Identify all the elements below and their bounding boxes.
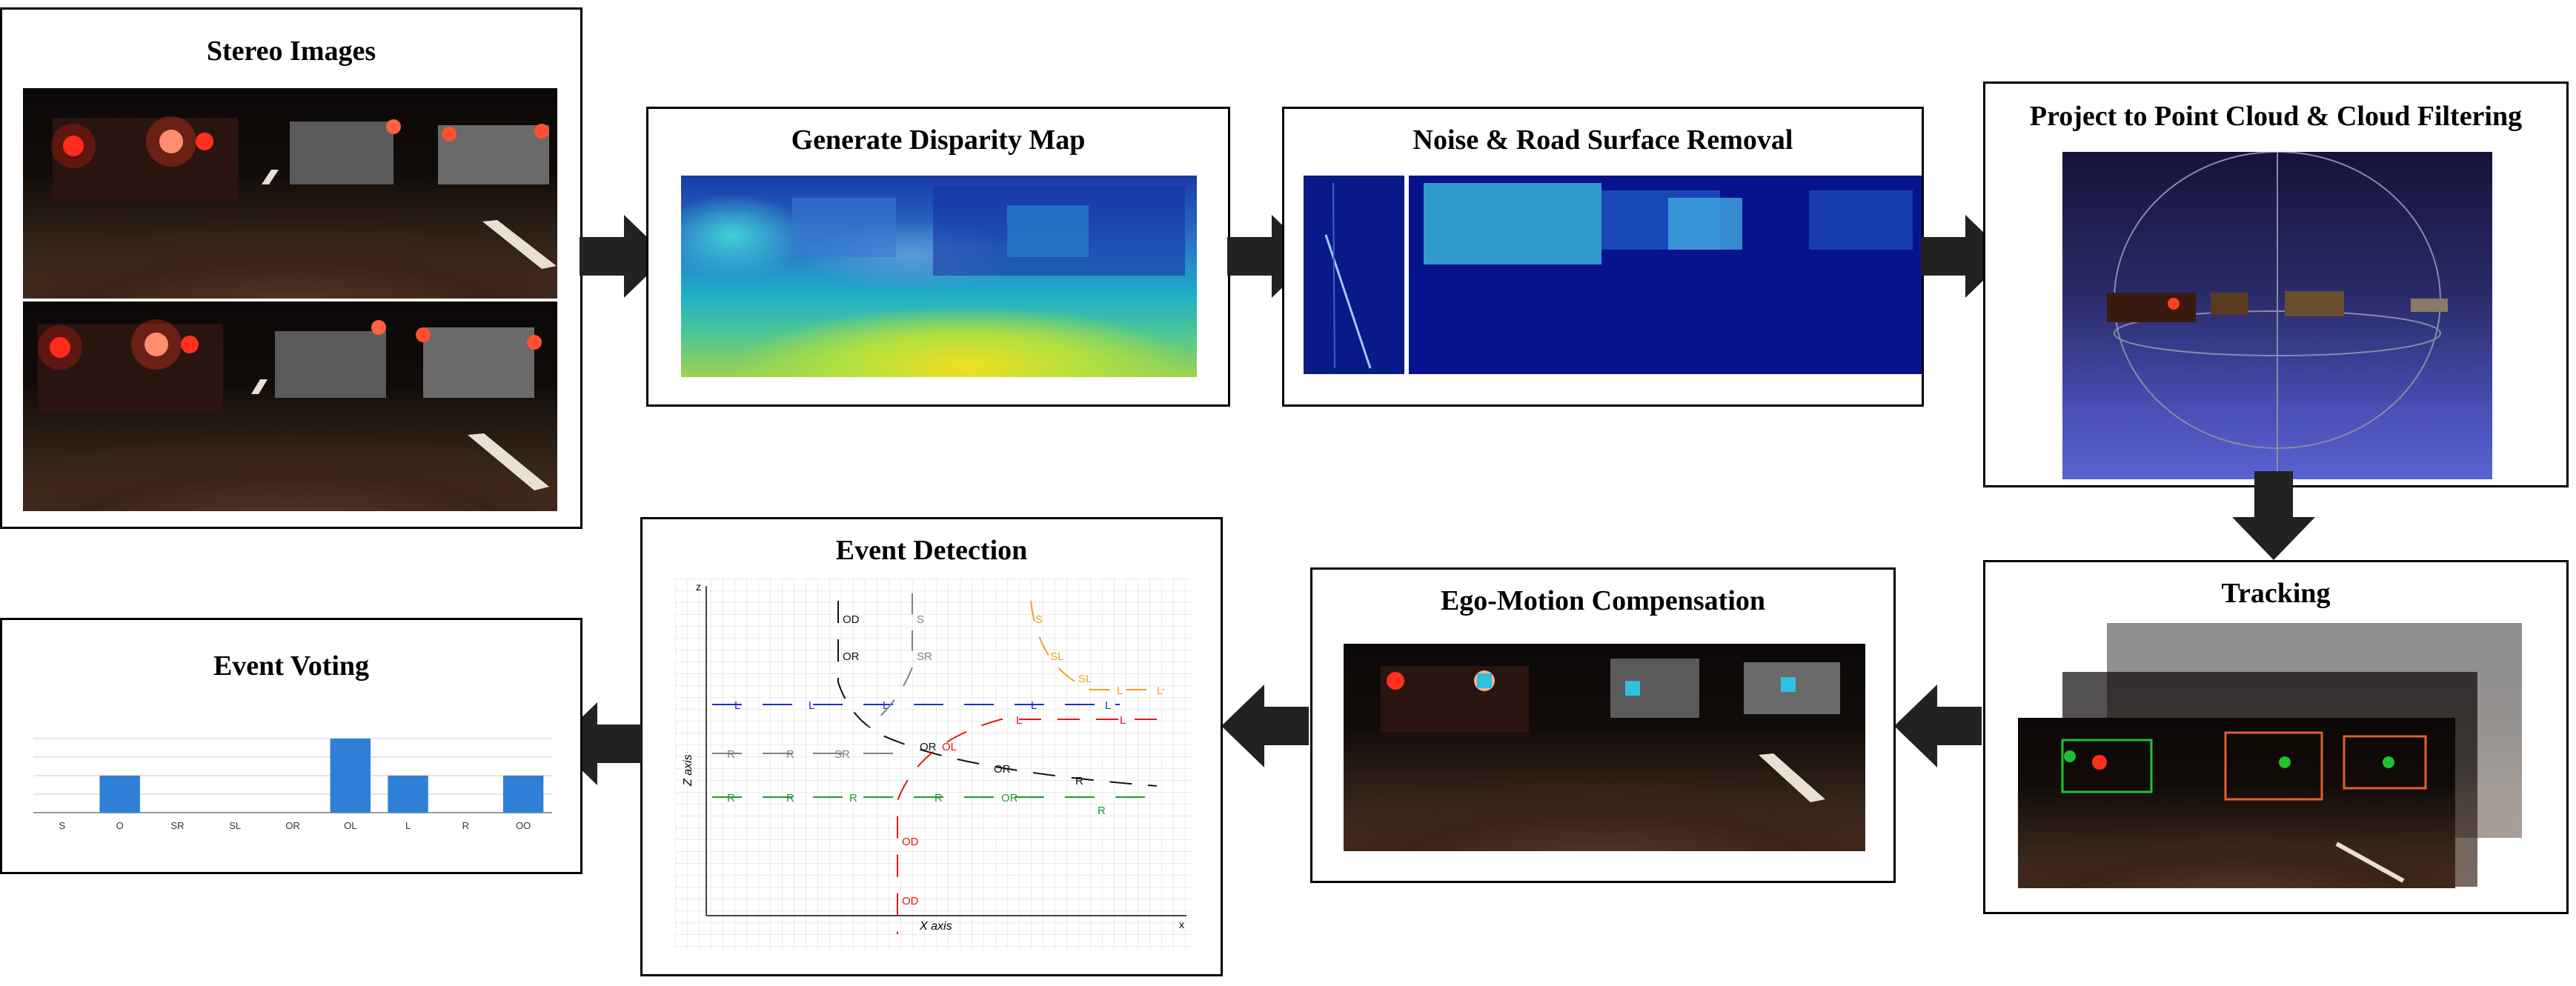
chart-tick-label: OR	[285, 820, 300, 831]
track-label-sl: SL	[1078, 673, 1092, 685]
ego-motion-overlay	[1381, 659, 1840, 802]
stereo-right-image	[23, 302, 557, 511]
track-label-l: L	[1105, 699, 1111, 712]
point-cloud-image	[2062, 152, 2492, 479]
chart-tick-label: OL	[344, 820, 356, 831]
noise-removal-left-panel	[1304, 176, 1404, 374]
track-label-r: R	[1075, 775, 1083, 787]
stereo-images-title: Stereo Images	[206, 36, 376, 67]
disparity-map-title: Generate Disparity Map	[791, 124, 1086, 156]
track-label-r: R	[1098, 805, 1106, 817]
track-label-r: R	[849, 792, 857, 805]
chart-bar-o	[99, 776, 140, 813]
chart-bar-oo	[502, 776, 544, 813]
track-label-r: R	[786, 792, 794, 805]
right-image-scene	[38, 319, 549, 490]
track-label-or: OR	[1001, 792, 1018, 805]
tracking-box: Tracking	[1983, 560, 2569, 914]
track-label-sl: SL	[1050, 650, 1063, 663]
track-label-r: R	[786, 748, 794, 761]
tracking-boxes-overlay	[2061, 731, 2427, 883]
noise-removal-title: Noise & Road Surface Removal	[1413, 124, 1793, 156]
track-label-l: L	[1016, 714, 1022, 727]
chart-tick-label: R	[462, 820, 469, 831]
noise-removal-right-panel	[1409, 176, 1922, 374]
track-label-or: OR	[920, 741, 937, 753]
event-voting-box: Event Voting S O SR SL OR OL L R OO	[0, 618, 582, 874]
event-voting-title: Event Voting	[213, 650, 370, 682]
track-label-r: R	[727, 748, 735, 761]
track-label-l: L	[1117, 684, 1123, 697]
track-label-ol: OL	[942, 741, 957, 753]
point-cloud-overlay	[2107, 152, 2448, 479]
ego-motion-title: Ego-Motion Compensation	[1440, 585, 1766, 616]
track-label-s: S	[1035, 613, 1043, 626]
ego-motion-box: Ego-Motion Compensation	[1310, 567, 1896, 883]
left-image-scene	[51, 116, 557, 269]
track-label-od: OD	[902, 836, 919, 848]
stereo-left-image	[23, 88, 557, 299]
disparity-overlay	[792, 187, 1185, 276]
point-cloud-box: Project to Point Cloud & Cloud Filtering	[1983, 81, 2569, 487]
arrow-tracking-to-egomotion	[1894, 684, 1982, 767]
track-label-or: OR	[843, 650, 860, 663]
chart-tick-label: O	[116, 820, 124, 831]
tracking-title: Tracking	[2221, 578, 2331, 609]
disparity-map-image	[681, 176, 1197, 377]
track-label-od: OD	[902, 895, 919, 907]
track-label-l: L	[809, 699, 814, 712]
chart-tick-label: OO	[516, 820, 531, 831]
chart-bar-ol	[330, 739, 371, 813]
track-label-l: L	[1031, 699, 1037, 712]
ego-motion-image	[1344, 644, 1865, 851]
noise-blobs-overlay	[1424, 183, 1913, 264]
chart-bar-l	[388, 776, 428, 813]
noise-line-overlay	[1324, 182, 1372, 369]
track-label-sr: SR	[834, 748, 850, 761]
z-axis-label: Z axis	[682, 754, 694, 787]
stereo-images-box: Stereo Images	[0, 7, 582, 529]
tracking-frame-front	[2018, 718, 2455, 888]
track-label-or: OR	[994, 763, 1011, 776]
arrow-egomotion-to-detection	[1221, 684, 1309, 767]
track-label-sr: SR	[917, 650, 932, 663]
chart-tick-label: L	[405, 820, 411, 831]
event-detection-box: Event Detection z x Z axis X axis L L L …	[640, 517, 1223, 976]
track-label-s: S	[917, 613, 924, 626]
track-label-l: L	[1157, 684, 1163, 697]
event-detection-title: Event Detection	[835, 535, 1028, 566]
x-axis-tick: x	[1179, 919, 1184, 930]
chart-tick-label: SL	[229, 820, 241, 831]
track-label-r: R	[935, 792, 943, 805]
noise-removal-box: Noise & Road Surface Removal	[1282, 107, 1924, 407]
event-voting-chart: S O SR SL OR OL L R OO	[33, 738, 552, 831]
track-label-l: L	[734, 699, 740, 712]
disparity-map-box: Generate Disparity Map	[646, 107, 1230, 407]
track-label-l: L	[1120, 714, 1126, 727]
event-detection-plot: z x Z axis X axis L L L L L R R SR R R R…	[675, 579, 1194, 949]
x-axis-label: X axis	[919, 920, 952, 933]
point-cloud-title: Project to Point Cloud & Cloud Filtering	[2029, 101, 2523, 132]
arrow-pointcloud-to-tracking	[2232, 471, 2315, 560]
z-axis-tick: z	[696, 581, 701, 593]
track-label-od: OD	[843, 613, 860, 626]
chart-tick-label: S	[59, 820, 66, 831]
track-label-r: R	[727, 792, 735, 805]
chart-tick-label: SR	[170, 820, 184, 831]
